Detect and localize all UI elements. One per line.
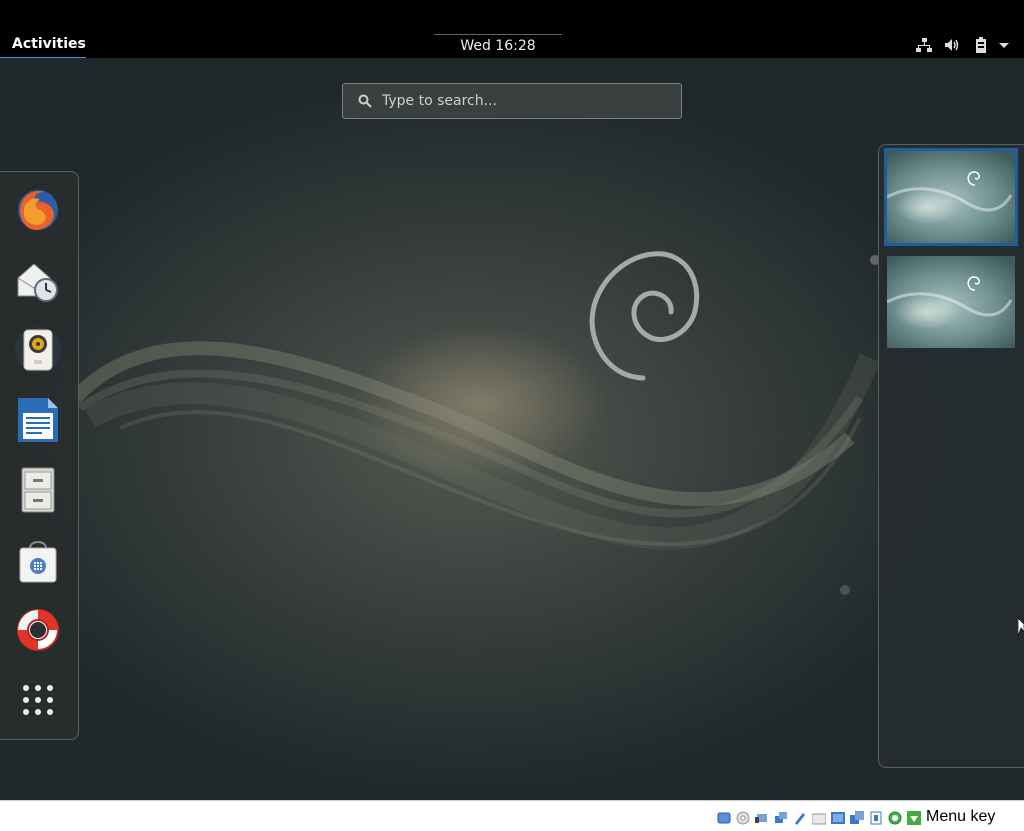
battery-icon[interactable] xyxy=(974,37,990,53)
evolution-mail-icon xyxy=(17,263,58,302)
audio-icon[interactable] xyxy=(755,810,769,824)
dash-item-firefox[interactable] xyxy=(11,183,65,237)
lifebuoy-icon xyxy=(17,609,59,651)
host-key-label: Menu key xyxy=(926,808,996,825)
search-input[interactable] xyxy=(382,93,662,109)
dash-item-help[interactable] xyxy=(11,603,65,657)
dash-item-show-applications[interactable] xyxy=(11,673,65,727)
rhythmbox-speaker-icon xyxy=(15,327,61,373)
activities-button[interactable]: Activities xyxy=(0,32,86,59)
workspace-thumbnail-2[interactable] xyxy=(887,256,1015,348)
wallpaper-thumbnail xyxy=(887,276,1013,317)
network-icon[interactable] xyxy=(774,810,788,824)
file-cabinet-icon xyxy=(21,467,55,513)
green-arrow-icon[interactable] xyxy=(907,810,921,825)
wallpaper-thumbnail xyxy=(887,171,1013,212)
workspace-thumbnail-1[interactable] xyxy=(884,148,1018,246)
mouse-pointer-icon xyxy=(1018,618,1024,636)
dash-item-evolution[interactable] xyxy=(11,253,65,307)
dash-item-software[interactable] xyxy=(11,533,65,587)
vm-status-bar: Menu key xyxy=(0,800,1024,831)
cpu-icon[interactable] xyxy=(869,810,883,825)
video-capture-icon[interactable] xyxy=(850,810,864,824)
workspace-switcher xyxy=(878,144,1024,768)
desktop-background xyxy=(0,58,1024,800)
system-menu-arrow-icon[interactable] xyxy=(998,37,1014,53)
search-icon xyxy=(358,94,372,108)
firefox-icon xyxy=(18,190,58,230)
hdd-icon[interactable] xyxy=(717,810,731,824)
app-grid-icon xyxy=(23,685,53,715)
dash-item-rhythmbox[interactable] xyxy=(11,323,65,377)
usb-icon[interactable] xyxy=(793,810,807,825)
debian-logo xyxy=(589,251,700,381)
dash-item-writer[interactable] xyxy=(11,393,65,447)
software-bag-icon xyxy=(19,541,57,583)
mouse-integration-icon[interactable] xyxy=(888,810,902,825)
display-icon[interactable] xyxy=(831,810,845,824)
dash-item-files[interactable] xyxy=(11,463,65,517)
volume-icon[interactable] xyxy=(944,37,960,53)
clock[interactable]: Wed 16:28 xyxy=(434,34,562,57)
network-icon[interactable] xyxy=(916,37,932,53)
optical-icon[interactable] xyxy=(736,810,750,825)
wallpaper-swirl xyxy=(69,251,881,595)
writer-document-icon xyxy=(18,398,58,442)
search-box[interactable] xyxy=(342,83,682,119)
dash xyxy=(0,171,79,740)
shared-folder-icon[interactable] xyxy=(811,810,827,825)
top-bar: Activities Wed 16:28 xyxy=(0,0,1024,59)
